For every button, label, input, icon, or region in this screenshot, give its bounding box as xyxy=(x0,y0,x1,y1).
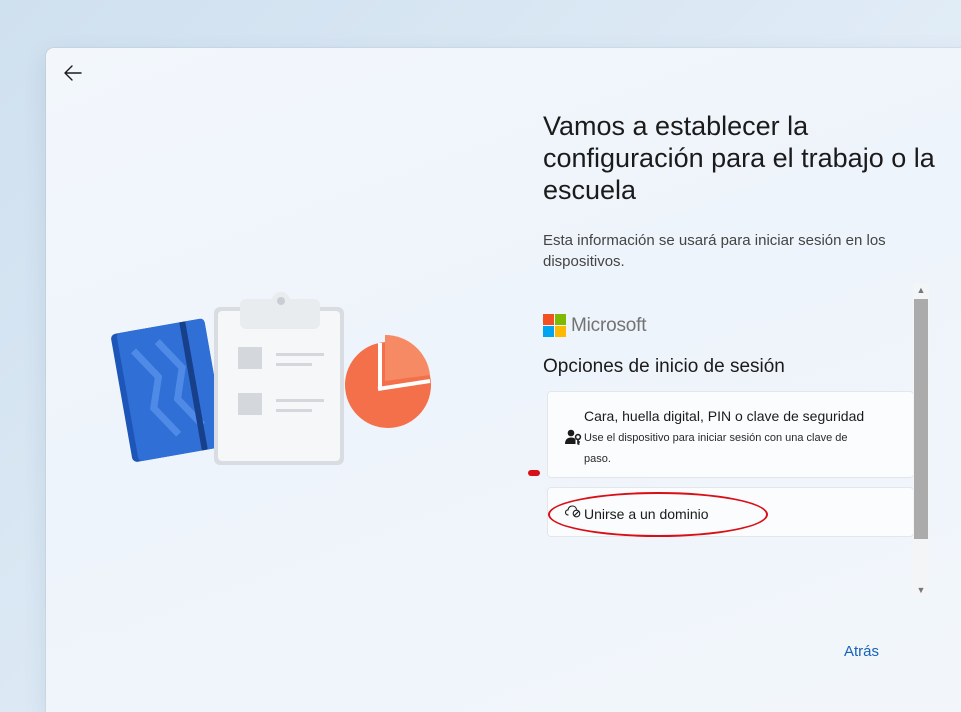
clipboard-illustration xyxy=(110,285,440,475)
options-scrollbar[interactable]: ▲ ▼ xyxy=(913,283,929,597)
option-passkey-description: Use el dispositivo para iniciar sesión c… xyxy=(584,432,848,465)
option-passkey-title: Cara, huella digital, PIN o clave de seg… xyxy=(584,408,865,424)
microsoft-logo: Microsoft xyxy=(543,314,646,337)
signin-options-heading: Opciones de inicio de sesión xyxy=(543,356,785,377)
scroll-down-icon[interactable]: ▼ xyxy=(913,583,929,597)
scroll-up-icon[interactable]: ▲ xyxy=(913,283,929,297)
scroll-thumb[interactable] xyxy=(914,299,928,539)
page-subtitle: Esta información se usará para iniciar s… xyxy=(543,232,886,270)
page-title: Vamos a establecer la configuración para… xyxy=(543,111,935,205)
microsoft-squares-icon xyxy=(543,314,566,337)
brand-name: Microsoft xyxy=(571,314,647,336)
annotation-dot xyxy=(528,470,540,476)
annotation-circle xyxy=(548,492,768,537)
back-button[interactable]: Atrás xyxy=(844,643,879,660)
user-key-icon xyxy=(564,428,582,451)
arrow-left-icon xyxy=(64,65,82,81)
back-arrow-button[interactable] xyxy=(60,60,86,86)
option-passkey[interactable]: Cara, huella digital, PIN o clave de seg… xyxy=(547,391,914,478)
